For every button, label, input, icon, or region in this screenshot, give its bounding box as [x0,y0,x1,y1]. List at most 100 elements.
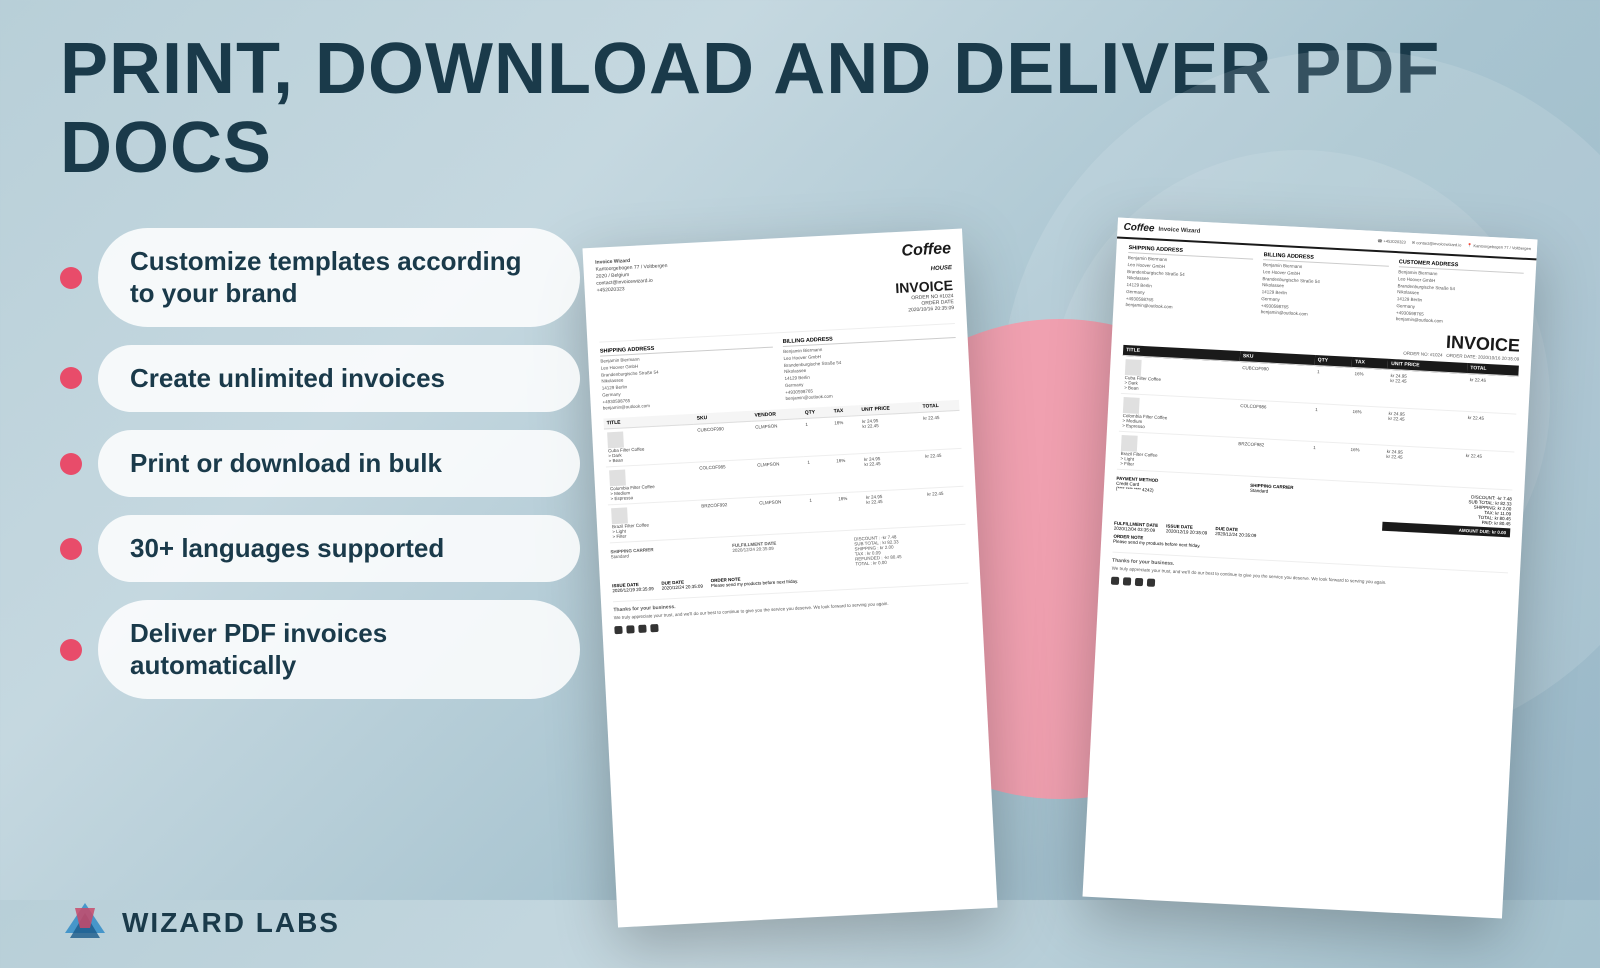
facebook-icon [614,626,622,634]
inv-right-contact: ☎ +452020323 ✉ contact@invoicewizard.io … [1377,238,1531,251]
inv-right-shipping-block: SHIPPING ADDRESS Benjamin BiermannLeo Ho… [1125,245,1254,315]
feature-deliver-text: Deliver PDF invoices automatically [130,618,387,679]
inv-right-email: ✉ contact@invoicewizard.io [1412,240,1462,248]
inv-item-2-tax: 16% [833,454,863,493]
inv-left-issue-date: ISSUE DATE2020/12/19 20:35:09 [612,582,654,594]
inv-item-1-tax: 16% [831,416,861,455]
feature-languages: 30+ languages supported [60,515,580,582]
product-img-r2 [1123,397,1140,414]
pill-unlimited: Create unlimited invoices [98,345,580,412]
inv-item-3-total: kr 22.45 [924,487,966,527]
inv-left-items-table: TITLE SKU VENDOR QTY TAX UNIT PRICE TOTA… [603,400,965,543]
inv-left-order-date: ORDER DATE2020/10/16 20:35:09 [896,299,954,314]
feature-bulk: Print or download in bulk [60,430,580,497]
inv-right-item-1-qty: 1 [1312,366,1351,406]
inv-left-address: Kantoorgebogen 77 / Voltbergen2020 / Bel… [595,263,667,294]
pinterest-icon-right [1147,579,1155,587]
inv-item-3-qty: 1 [806,493,837,532]
wizard-labs-text: WIZARD LABS [122,907,340,939]
bullet-deliver [60,639,82,661]
pill-customize: Customize templates according to your br… [98,228,580,326]
bullet-unlimited [60,367,82,389]
product-img-r1 [1125,359,1142,376]
inv-left-addresses: SHIPPING ADDRESS Benjamin BiermannLeo Ho… [600,330,959,413]
inv-right-item-3-price: kr 24.95kr 22.45 [1382,446,1463,488]
product-img-3 [611,508,628,525]
twitter-icon-right [1135,578,1143,586]
main-content: Customize templates according to your br… [0,208,1600,968]
bullet-bulk [60,453,82,475]
inv-item-1-total: kr 22.45 [920,411,962,451]
inv-item-3-tax: 16% [835,492,865,531]
inv-right-coffee-logo: Coffee [1123,222,1154,235]
inv-right-customer-block: CUSTOMER ADDRESS Benjamin BiermannLeo Ho… [1396,260,1525,330]
inv-right-item-3-sku: BRZCOF982 [1234,438,1311,480]
feature-customize-text: Customize templates according to your br… [130,246,522,307]
inv-right-billing-block: BILLING ADDRESS Benjamin BiermannLeo Hoo… [1260,253,1389,323]
feature-languages-text: 30+ languages supported [130,533,444,563]
inv-right-payment: Credit Card(**** **** **** 4242) [1116,481,1154,493]
inv-left-order-note: ORDER NOTEPlease send my products before… [710,574,798,589]
invoices-area: Invoice Wizard Kantoorgebogen 77 / Voltb… [580,218,1540,948]
product-img-1 [607,432,624,449]
bullet-languages [60,538,82,560]
inv-left-carrier-col: SHIPPING CARRIER Standard [610,544,723,580]
inv-right-payment-col: PAYMENT METHOD Credit Card(**** **** ***… [1114,476,1244,524]
wizard-labs-logo: WIZARD LABS [60,898,340,948]
inv-right-totals: DISCOUNT: -kr 7.48 SUB TOTAL: kr 82.33 S… [1382,490,1512,538]
inv-item-1-name: Cuba Filter Coffee> Dark> Bean [604,425,696,468]
inv-right-shipping-content: Benjamin BiermannLeo Hoover GmbHBrandenb… [1125,255,1253,315]
inv-right-item-2-sku: COLCOF986 [1236,400,1313,442]
inv-item-3-price: kr 24.95kr 22.45 [863,489,926,530]
product-img-r3 [1121,435,1138,452]
pill-deliver: Deliver PDF invoices automatically [98,600,580,698]
inv-right-logo-group: Coffee Invoice Wizard [1123,222,1200,237]
inv-right-item-3-name: Brazil Filter Coffee> Light> Filter [1117,432,1236,476]
inv-right-order-note-text: Please send my products before next frid… [1113,539,1201,549]
inv-item-3-vendor: CLMPSON [756,495,808,536]
inv-right-item-2-qty: 1 [1310,404,1349,444]
twitter-icon [638,625,646,633]
instagram-icon [626,626,634,634]
inv-right-item-1-sku: CUBCOF990 [1238,362,1315,404]
feature-bulk-text: Print or download in bulk [130,448,442,478]
invoice-document-left: Invoice Wizard Kantoorgebogen 77 / Voltb… [582,229,997,928]
inv-left-fulfillment-value: 2020/12/24 20:35:09 [732,546,774,553]
facebook-icon-right [1111,577,1119,585]
inv-right-due-date: DUE DATE2020/12/24 20:35:09 [1215,526,1257,538]
inv-right-issue-date: ISSUE DATE2020/12/19 20:35:09 [1166,524,1208,536]
product-img-2 [609,470,626,487]
inv-right-item-2-price: kr 24.95kr 22.45 [1384,408,1465,450]
inv-left-shipping-block: SHIPPING ADDRESS Benjamin BiermannLeo Ho… [600,340,776,413]
inv-right-item-1-name: Cuba Filter Coffee> Dark> Bean [1121,356,1240,400]
inv-left-fulfillment-col: FULFILLMENT DATE 2020/12/24 20:35:09 [732,537,845,573]
coffee-logo-left: CoffeeHOUSE [893,242,952,277]
inv-right-item-3-qty: 1 [1308,442,1347,482]
inv-right-billing-content: Benjamin BiermannLeo Hoover GmbHBrandenb… [1260,263,1388,323]
inv-right-phone: ☎ +452020323 [1377,238,1406,244]
feature-unlimited: Create unlimited invoices [60,345,580,412]
inv-item-1-sku: CUBCOF990 [694,422,754,463]
inv-right-address-short: 📍 Kantoorgebogen 77 / Voltbergen [1467,243,1531,251]
inv-item-2-vendor: CLMPSON [754,457,806,498]
inv-left-logo-area: CoffeeHOUSE INVOICE ORDER NO #1024 ORDER… [893,242,954,321]
inv-right-carrier-col: SHIPPING CARRIER Standard [1248,483,1378,531]
inv-right-item-3-total: kr 22.45 [1461,450,1514,491]
features-list: Customize templates according to your br… [60,218,580,948]
inv-right-item-1-total: kr 22.45 [1465,374,1518,415]
inv-right-customer-content: Benjamin BiermannLeo Hoover GmbHBrandenb… [1396,270,1524,330]
inv-right-item-1-tax: 16% [1350,368,1388,408]
inv-right-item-2-tax: 16% [1348,406,1386,446]
inv-right-item-1-price: kr 24.95kr 22.45 [1386,370,1467,412]
inv-right-carrier: Standard [1250,488,1269,494]
feature-deliver: Deliver PDF invoices automatically [60,600,580,698]
inv-item-1-qty: 1 [802,418,833,457]
inv-item-1-price: kr 24.95kr 22.45 [859,413,922,454]
inv-left-billing-block: BILLING ADDRESS Benjamin BiermannLeo Hoo… [782,330,958,403]
inv-left-order-info: ORDER NO #1024 ORDER DATE2020/10/16 20:3… [896,293,954,314]
pill-languages: 30+ languages supported [98,515,580,582]
inv-item-3-sku: BRZCOF992 [698,498,758,539]
inv-item-2-price: kr 24.95kr 22.45 [861,451,924,492]
wizard-labs-icon [60,898,110,948]
inv-right-items-table: TITLE SKU QTY TAX UNIT PRICE TOTAL Cuba … [1117,345,1519,491]
